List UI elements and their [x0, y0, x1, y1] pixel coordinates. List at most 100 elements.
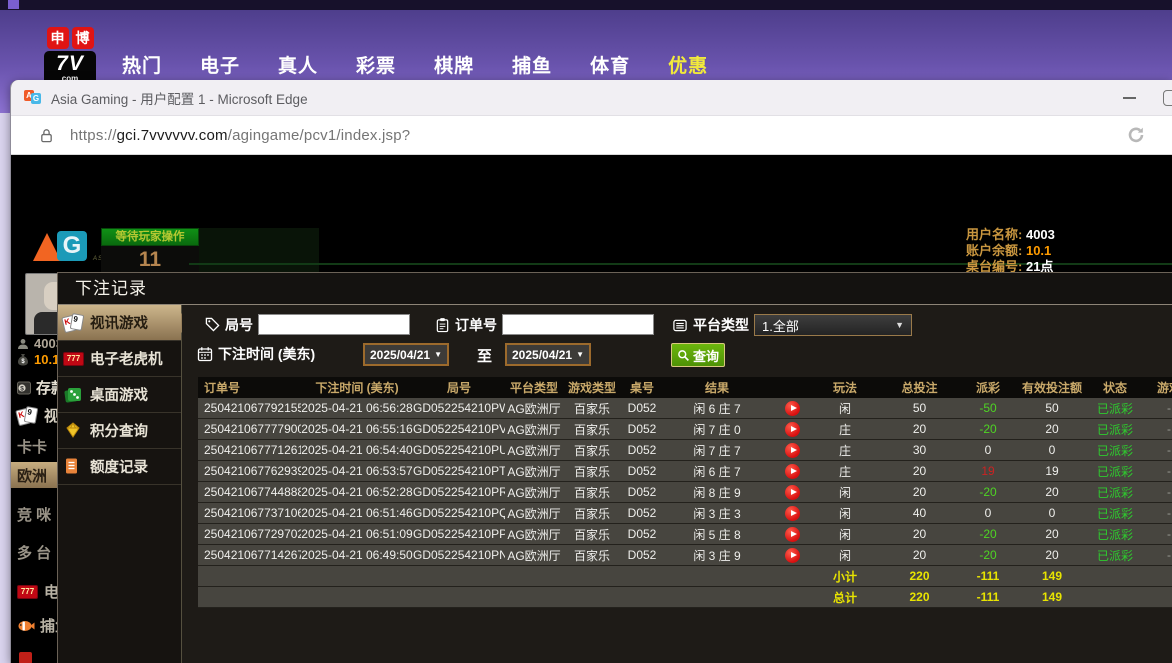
table-cell: 2025-04-21 06:54:40 — [301, 443, 413, 457]
nav-item-boardgames[interactable]: 棋牌 — [434, 51, 474, 78]
table-cell — [771, 505, 813, 520]
date-from-value: 2025/04/21 — [370, 348, 430, 362]
table-cell: 百家乐 — [563, 400, 621, 417]
site-nav-menu: 热门 电子 真人 彩票 棋牌 捕鱼 体育 优惠 — [122, 51, 708, 78]
sidebar-item-table-games[interactable]: 桌面游戏 — [58, 377, 181, 413]
total-row: 总计220-111149 — [198, 587, 1172, 608]
lobby-arcade-icon[interactable] — [19, 652, 32, 663]
table-cell: 百家乐 — [563, 421, 621, 438]
play-video-icon[interactable] — [785, 506, 800, 521]
table-cell — [771, 442, 813, 457]
sidebar-item-credit-records[interactable]: 额度记录 — [58, 449, 181, 485]
table-cell: AG欧洲厅 — [505, 400, 563, 417]
table-cell: 19 — [1014, 464, 1090, 478]
column-header: 结果 — [663, 379, 771, 396]
table-cell: - — [1140, 464, 1172, 478]
nav-item-slots[interactable]: 电子 — [200, 51, 240, 78]
play-video-icon[interactable] — [785, 527, 800, 542]
table-cell: AG欧洲厅 — [505, 547, 563, 564]
video-table-strip — [199, 228, 319, 274]
play-video-icon[interactable] — [785, 464, 800, 479]
table-cell: 0 — [962, 443, 1014, 457]
play-video-icon[interactable] — [785, 401, 800, 416]
table-cell: -20 — [962, 527, 1014, 541]
modal-title: 下注记录 — [58, 273, 1172, 305]
order-number-input[interactable] — [502, 314, 654, 335]
table-cell: 20 — [1014, 485, 1090, 499]
table-cell: GD052254210PN — [413, 548, 505, 562]
table-cell: GD052254210PP — [413, 527, 505, 541]
person-icon — [17, 338, 29, 350]
round-number-input[interactable] — [258, 314, 410, 335]
nav-item-sports[interactable]: 体育 — [590, 51, 630, 78]
nav-item-promo[interactable]: 优惠 — [668, 51, 708, 78]
balance-value: 10.1 — [1026, 243, 1051, 258]
sidebar-item-points-query[interactable]: 积分查询 — [58, 413, 181, 449]
table-cell: 0 — [1014, 443, 1090, 457]
nav-item-live[interactable]: 真人 — [278, 51, 318, 78]
minimize-button[interactable] — [1123, 97, 1136, 99]
chevron-down-icon: ▼ — [576, 350, 584, 359]
play-video-icon[interactable] — [785, 485, 800, 500]
table-cell: 250421067762939 — [198, 464, 301, 478]
search-button-label: 查询 — [693, 346, 719, 365]
table-cell: 总计 — [813, 589, 877, 606]
deposit-icon: $ — [17, 381, 31, 395]
nav-item-fishing[interactable]: 捕鱼 — [512, 51, 552, 78]
username-label: 用户名称: — [966, 227, 1022, 242]
edge-popup-window: AG Asia Gaming - 用户配置 1 - Microsoft Edge… — [10, 80, 1172, 663]
table-cell: D052 — [621, 548, 663, 562]
table-cell: D052 — [621, 443, 663, 457]
table-cell: 庄 — [813, 421, 877, 438]
table-cell: 闲 — [813, 526, 877, 543]
chevron-down-icon: ▼ — [895, 320, 904, 330]
table-cell: GD052254210PW — [413, 401, 505, 415]
table-cell: 百家乐 — [563, 526, 621, 543]
nav-item-lottery[interactable]: 彩票 — [356, 51, 396, 78]
table-cell: -111 — [962, 569, 1014, 583]
url-path: /agingame/pcv1/index.jsp? — [228, 127, 411, 144]
sidebar-item-video-games[interactable]: K9 视讯游戏 — [58, 305, 181, 341]
nav-item-hot[interactable]: 热门 — [122, 51, 162, 78]
column-header: 游戏 — [1140, 379, 1172, 396]
maximize-button[interactable] — [1163, 90, 1172, 106]
date-to-select[interactable]: 2025/04/21 ▼ — [505, 343, 591, 366]
table-cell: 149 — [1014, 590, 1090, 604]
play-video-icon[interactable] — [785, 422, 800, 437]
table-cell: -50 — [962, 401, 1014, 415]
url-text[interactable]: https://gci.7vvvvvv.com/agingame/pcv1/in… — [70, 127, 410, 144]
table-cell — [771, 463, 813, 478]
table-cell: - — [1140, 401, 1172, 415]
window-title-bar[interactable]: AG Asia Gaming - 用户配置 1 - Microsoft Edge — [11, 80, 1172, 116]
platform-type-select[interactable]: 1.全部 ▼ — [754, 314, 912, 336]
table-row: 2504210677712612025-04-21 06:54:40GD0522… — [198, 440, 1172, 461]
diamond-icon — [63, 421, 85, 441]
play-video-icon[interactable] — [785, 443, 800, 458]
site-logo[interactable]: 申 博 7V com — [44, 27, 96, 85]
waiting-status-banner: 等待玩家操作 — [101, 228, 199, 246]
table-cell: 已派彩 — [1090, 463, 1140, 480]
play-video-icon[interactable] — [785, 548, 800, 563]
desktop-top-strip — [0, 0, 1172, 10]
sidebar-item-slot-machine[interactable]: 777 电子老虎机 — [58, 341, 181, 377]
balance-label: 账户余额: — [966, 243, 1022, 258]
table-cell: -20 — [962, 548, 1014, 562]
table-cell — [771, 547, 813, 562]
order-number-label: 订单号 — [455, 315, 497, 335]
round-number-label: 局号 — [225, 315, 253, 335]
table-cell: AG欧洲厅 — [505, 505, 563, 522]
date-to-value: 2025/04/21 — [512, 348, 572, 362]
platform-type-value: 1.全部 — [762, 316, 799, 335]
search-button[interactable]: 查询 — [671, 343, 725, 367]
refresh-pinwheel-icon[interactable] — [1126, 125, 1146, 145]
fish-icon — [17, 619, 35, 633]
table-cell — [771, 400, 813, 415]
date-from-select[interactable]: 2025/04/21 ▼ — [363, 343, 449, 366]
column-header: 平台类型 — [505, 379, 563, 396]
table-cell: 闲 8 庄 9 — [663, 484, 771, 501]
address-bar[interactable]: https://gci.7vvvvvv.com/agingame/pcv1/in… — [11, 116, 1172, 155]
table-cell: 闲 6 庄 7 — [663, 400, 771, 417]
clipboard-icon — [435, 317, 450, 333]
table-cell: 已派彩 — [1090, 442, 1140, 459]
table-cell: 2025-04-21 06:52:28 — [301, 485, 413, 499]
